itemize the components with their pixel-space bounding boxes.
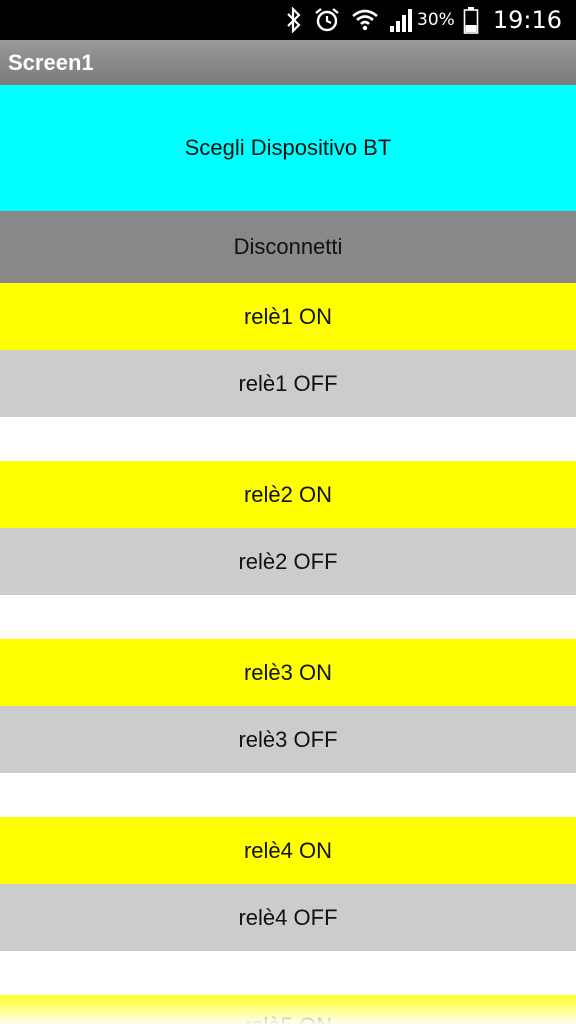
relay4-off-button[interactable]: relè4 OFF: [0, 884, 576, 951]
battery-percent: 30%: [417, 10, 455, 30]
relay3-off-button[interactable]: relè3 OFF: [0, 706, 576, 773]
relay2-off-button[interactable]: relè2 OFF: [0, 528, 576, 595]
battery-icon: [463, 0, 479, 40]
status-bar: 30% 19:16: [0, 0, 576, 40]
bluetooth-icon: [285, 0, 303, 40]
relay2-on-button[interactable]: relè2 ON: [0, 461, 576, 528]
relay4-on-button[interactable]: relè4 ON: [0, 817, 576, 884]
signal-icon: [389, 0, 415, 40]
choose-bt-device-button[interactable]: Scegli Dispositivo BT: [0, 85, 576, 211]
relay5-on-button[interactable]: relè5 ON: [0, 995, 576, 1024]
status-time: 19:16: [492, 6, 562, 34]
relay3-on-button[interactable]: relè3 ON: [0, 639, 576, 706]
relay1-off-button[interactable]: relè1 OFF: [0, 350, 576, 417]
disconnect-button[interactable]: Disconnetti: [0, 211, 576, 283]
screen-title: Screen1: [8, 49, 94, 75]
title-bar: Screen1: [0, 40, 576, 85]
wifi-icon: [351, 0, 379, 40]
alarm-icon: [313, 0, 341, 40]
relay1-on-button[interactable]: relè1 ON: [0, 283, 576, 350]
